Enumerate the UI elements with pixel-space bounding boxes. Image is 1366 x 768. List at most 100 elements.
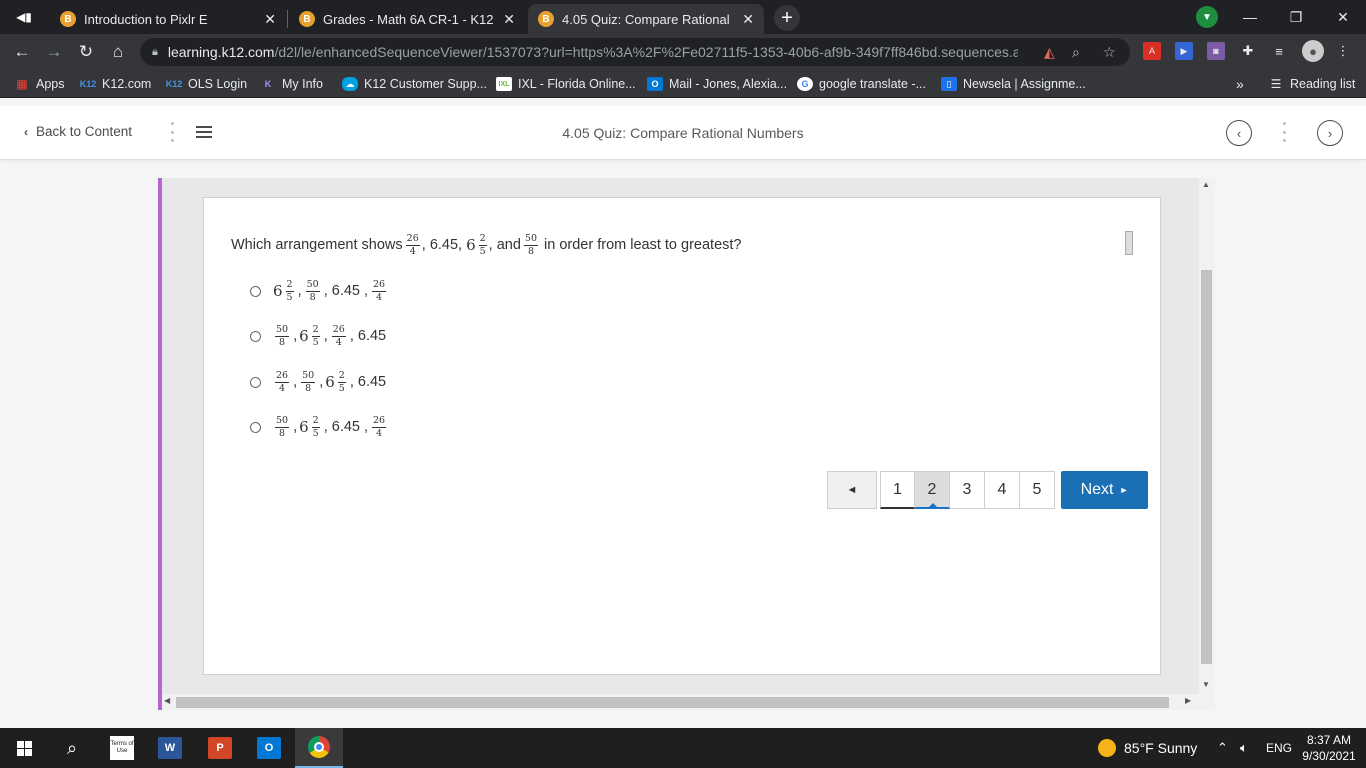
chrome-menu-icon[interactable]: ⋮ <box>1334 42 1352 60</box>
horizontal-scrollbar[interactable]: ◀ ▶ <box>162 694 1199 710</box>
radio-button[interactable] <box>250 330 261 342</box>
taskbar-chrome[interactable] <box>295 728 343 768</box>
decimal-value: 6.45 <box>357 374 387 390</box>
page-4-button[interactable]: 4 <box>985 471 1020 509</box>
url-text: learning.k12.com/d2l/le/enhancedSequence… <box>167 44 1018 60</box>
fraction: 26 4 <box>372 415 387 439</box>
bookmark-ixl[interactable]: IXL IXL - Florida Online... <box>496 75 636 93</box>
radio-button[interactable] <box>250 421 261 433</box>
media-control-icon[interactable]: ≡ <box>1270 42 1288 60</box>
ixl-icon: IXL <box>496 77 512 91</box>
decimal-value: 6.45 <box>357 328 387 344</box>
content-top-nav: ‹ Back to Content 4.05 Quiz: Compare Rat… <box>0 106 1366 160</box>
close-window-icon[interactable]: ✕ <box>1320 0 1366 34</box>
vertical-scrollbar[interactable]: ▲ ▼ <box>1199 178 1215 710</box>
address-bar[interactable]: 🔒︎ learning.k12.com/d2l/le/enhancedSeque… <box>140 38 1130 66</box>
extensions-puzzle-icon[interactable]: ✚ <box>1239 42 1257 60</box>
tab-separator <box>287 10 288 28</box>
prev-page-button[interactable]: ◄ <box>827 471 877 509</box>
scroll-thumb[interactable] <box>1201 270 1212 664</box>
taskbar-word[interactable]: W <box>146 728 194 768</box>
bookmarks-overflow-icon[interactable]: » <box>1236 75 1244 93</box>
page-1-button[interactable]: 1 <box>880 471 915 509</box>
tab-pixlr[interactable]: B Introduction to Pixlr E ✕ <box>50 4 286 34</box>
page-5-button[interactable]: 5 <box>1020 471 1055 509</box>
scroll-down-icon[interactable]: ▼ <box>1202 680 1210 689</box>
page-2-button[interactable]: 2 <box>915 471 950 509</box>
answer-option-3[interactable]: 26 4, 50 8, 6 2 5, 6.45 <box>250 369 388 395</box>
reading-list-button[interactable]: ☰ Reading list <box>1268 75 1356 93</box>
bookmark-mail[interactable]: O Mail - Jones, Alexia... <box>647 75 787 93</box>
answer-option-1[interactable]: 6 2 5, 50 8, 6.45, 26 4 <box>250 278 388 304</box>
mixed-number: 625 <box>299 415 320 439</box>
outlook-icon: O <box>257 737 281 759</box>
system-clock[interactable]: 8:37 AM 9/30/2021 <box>1296 732 1362 764</box>
fraction: 26 4 <box>275 370 290 394</box>
forward-arrow-icon[interactable]: → <box>41 39 67 65</box>
acrobat-extension-icon[interactable]: A <box>1143 42 1161 60</box>
bookmark-ols-login[interactable]: K12 OLS Login <box>166 75 247 93</box>
screencastify-extension-icon[interactable]: ◙ <box>1207 42 1225 60</box>
close-tab-icon[interactable]: ✕ <box>503 11 515 28</box>
page-3-button[interactable]: 3 <box>950 471 985 509</box>
scroll-left-icon[interactable]: ◀ <box>164 696 170 705</box>
start-button[interactable] <box>0 728 48 768</box>
question-text: Which arrangement shows 26 4 , 6.45, 625 … <box>231 233 742 257</box>
bookmark-newsela[interactable]: ▯ Newsela | Assignme... <box>941 75 1086 93</box>
tab-grades[interactable]: B Grades - Math 6A CR-1 - K12 Inc ✕ <box>289 4 525 34</box>
search-icon[interactable]: ⌕ <box>48 728 96 768</box>
close-tab-icon[interactable]: ✕ <box>264 11 276 28</box>
bookmark-apps[interactable]: ▦ Apps <box>14 75 64 93</box>
mixed-number: 625 <box>299 324 320 348</box>
home-icon[interactable]: ⌂ <box>105 39 131 65</box>
bookmark-star-icon[interactable]: ☆ <box>1103 44 1116 61</box>
k12-icon: K12 <box>165 79 183 89</box>
chrome-download-icon[interactable]: ▼ <box>1196 6 1218 28</box>
close-tab-icon[interactable]: ✕ <box>742 11 754 28</box>
tray-chevron-up-icon[interactable]: ⌃ <box>1217 728 1228 768</box>
answer-option-2[interactable]: 50 8, 6 2 5, 26 4, 6.45 <box>250 323 388 349</box>
myinfo-icon: K <box>264 79 272 89</box>
sun-icon <box>1098 739 1116 757</box>
apps-grid-icon: ▦ <box>16 77 28 91</box>
bookmark-google-translate[interactable]: Ggoogle translate -... <box>797 75 926 93</box>
bookmark-flag-icon[interactable] <box>1125 231 1133 255</box>
scroll-thumb[interactable] <box>176 697 1169 708</box>
language-indicator[interactable]: ENG <box>1266 728 1292 768</box>
video-extension-icon[interactable]: ▶ <box>1175 42 1193 60</box>
scroll-up-icon[interactable]: ▲ <box>1202 180 1210 189</box>
page-title: 4.05 Quiz: Compare Rational Numbers <box>562 125 804 141</box>
taskbar-terms-of-use[interactable]: Terms of Use <box>98 728 146 768</box>
reading-list-icon: ☰ <box>1270 77 1282 91</box>
next-topic-button[interactable]: › <box>1317 120 1343 146</box>
scroll-right-icon[interactable]: ▶ <box>1185 696 1191 705</box>
profile-avatar-icon[interactable]: ● <box>1302 40 1324 62</box>
tab-strip: ◀▮ B Introduction to Pixlr E ✕ B Grades … <box>0 0 1366 34</box>
previous-topic-button[interactable]: ‹ <box>1226 120 1252 146</box>
zoom-icon[interactable]: ⌕ <box>1072 44 1080 61</box>
answer-option-4[interactable]: 50 8, 6 2 5, 6.45, 26 4 <box>250 414 388 440</box>
taskbar-powerpoint[interactable]: P <box>196 728 244 768</box>
radio-button[interactable] <box>250 376 261 388</box>
salesforce-icon: ☁ <box>342 77 358 91</box>
notification-blocked-icon[interactable]: ◭ <box>1044 44 1055 61</box>
bookmark-k12[interactable]: K12 K12.com <box>80 75 152 93</box>
schoology-favicon-icon: B <box>538 11 554 27</box>
tab-quiz[interactable]: B 4.05 Quiz: Compare Rational Numbers ✕ <box>528 4 764 34</box>
taskbar-outlook[interactable]: O <box>245 728 293 768</box>
bookmark-my-info[interactable]: K My Info <box>260 75 323 93</box>
next-button[interactable]: Next ► <box>1061 471 1148 509</box>
back-arrow-icon[interactable]: ← <box>9 39 35 65</box>
minimize-icon[interactable]: — <box>1227 0 1273 34</box>
fraction: 26 4 <box>331 324 346 348</box>
speaker-muted-icon[interactable]: ◀▮ <box>0 0 48 34</box>
fraction: 50 8 <box>523 233 539 257</box>
volume-icon[interactable]: 🔈︎ <box>1240 728 1248 768</box>
bookmark-k12-support[interactable]: ☁ K12 Customer Supp... <box>342 75 487 93</box>
reload-icon[interactable]: ↻ <box>73 39 99 65</box>
radio-button[interactable] <box>250 285 261 297</box>
restore-icon[interactable]: ❐ <box>1273 0 1319 34</box>
weather-widget[interactable]: 85°F Sunny <box>1098 728 1197 768</box>
windows-logo-icon <box>16 740 32 756</box>
new-tab-button[interactable]: + <box>774 5 800 31</box>
